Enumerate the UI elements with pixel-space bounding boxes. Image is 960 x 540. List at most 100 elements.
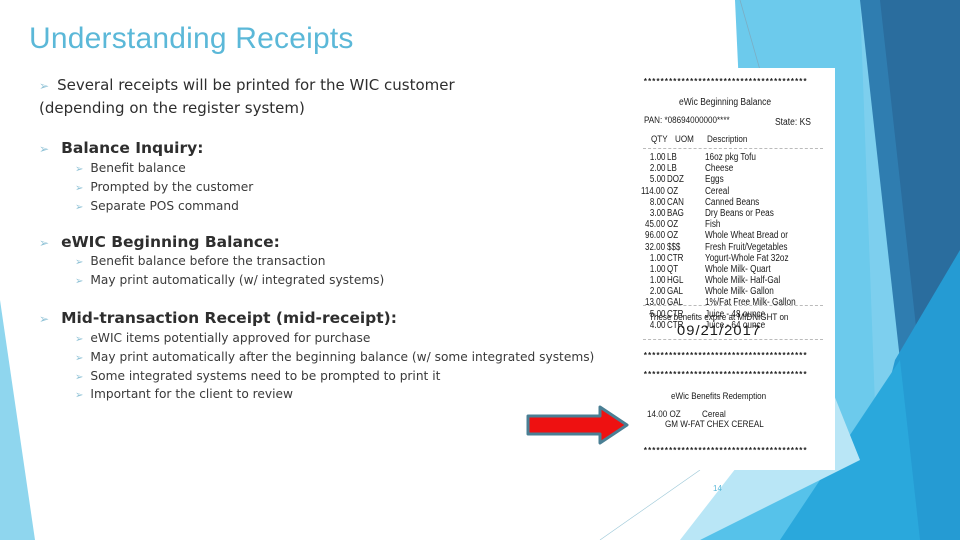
receipt-item-qty: 3.00: [649, 207, 665, 219]
receipt-expire-date: 09/21/2017: [677, 322, 762, 338]
receipt-item-desc: Yogurt-Whole Fat 32oz: [705, 252, 789, 264]
receipt-item-uom: DOZ: [667, 174, 684, 186]
receipt-item-row: 2.00 GAL Whole Milk- Gallon: [627, 286, 835, 297]
receipt-item-uom: GAL: [667, 286, 684, 298]
section-heading-ewic-beginning-balance: ➢ eWIC Beginning Balance:: [39, 233, 280, 251]
receipt-item-qty: 2.00: [649, 163, 665, 175]
receipt-item-uom: HGL: [667, 275, 684, 287]
receipt-item-uom: BAG: [667, 207, 684, 219]
list-item: ➢ Some integrated systems need to be prom…: [75, 368, 594, 387]
receipt-item-qty: 1.00: [649, 152, 665, 163]
list-item: ➢ May print automatically (w/ integrated …: [75, 272, 384, 291]
intro-line-1: Several receipts will be printed for the…: [57, 76, 455, 94]
receipt-redemption-item: GM W-FAT CHEX CEREAL: [665, 419, 764, 430]
receipt-item-qty: 1.00: [649, 252, 665, 264]
receipt-star-divider: ***************************************: [643, 447, 807, 456]
receipt-item-qty: 8.00: [649, 196, 665, 208]
arrow-bullet-icon: ➢: [75, 201, 84, 213]
receipt-item-row: 5.00 DOZ Eggs: [627, 174, 835, 185]
receipt-item-qty: 96.00: [644, 230, 665, 242]
receipt-item-uom: CTR: [667, 252, 684, 264]
receipt-item-uom: QT: [667, 263, 679, 275]
receipt-item-desc: Eggs: [705, 174, 724, 186]
receipt-star-divider: ***************************************: [643, 371, 807, 380]
receipt-item-row: 96.00 OZ Whole Wheat Bread or: [627, 230, 835, 241]
receipt-item-uom: OZ: [667, 185, 679, 197]
receipt-item-desc: Cereal: [705, 185, 730, 197]
receipt-item-desc: Whole Wheat Bread or: [705, 230, 788, 242]
list-item-text: Prompted by the customer: [90, 179, 254, 194]
receipt-image: *************************************** …: [627, 68, 835, 470]
list-item-text: Some integrated systems need to be promp…: [90, 368, 441, 383]
receipt-item-qty: 1.00: [649, 263, 665, 275]
receipt-item-qty: 114.00: [641, 185, 665, 197]
receipt-item-qty: 1.00: [649, 275, 665, 287]
receipt-item-qty: 32.00: [644, 241, 665, 253]
arrow-bullet-icon: ➢: [75, 164, 84, 175]
arrow-bullet-icon: ➢: [75, 182, 84, 194]
receipt-item-qty: 13.00: [644, 297, 665, 309]
receipt-item-row: 13.00 GAL 1%/Fat Free Milk- Gallon: [627, 297, 835, 308]
receipt-item-desc: Fish: [705, 219, 721, 231]
arrow-bullet-icon: ➢: [75, 371, 84, 383]
receipt-item-desc: Whole Milk- Half-Gal: [705, 275, 781, 287]
receipt-item-qty: 45.00: [644, 219, 665, 231]
receipt-item-uom: LB: [667, 163, 677, 175]
receipt-item-desc: Whole Milk- Gallon: [705, 286, 774, 298]
arrow-bullet-icon: ➢: [75, 275, 84, 287]
red-arrow-icon: [526, 405, 629, 445]
section-list-ewic-beginning-balance: ➢ Benefit balance before the transaction …: [75, 253, 384, 291]
intro-bullet: ➢ Several receipts will be printed for th…: [39, 74, 455, 119]
list-item: ➢ Important for the client to review: [75, 386, 594, 405]
red-arrow-shape: [526, 405, 629, 445]
receipt-item-desc: Fresh Fruit/Vegetables: [705, 241, 788, 253]
receipt-item-row: 1.00 LB 16oz pkg Tofu: [627, 152, 835, 163]
list-item-text: Separate POS command: [90, 198, 239, 213]
receipt-col-desc: Description: [707, 134, 748, 145]
receipt-dashed-divider: [643, 148, 823, 149]
arrow-bullet-icon: ➢: [39, 79, 50, 93]
arrow-bullet-icon: ➢: [75, 390, 84, 402]
receipt-item-row: 1.00 HGL Whole Milk- Half-Gal: [627, 275, 835, 286]
list-item: ➢ Prompted by the customer: [75, 179, 253, 198]
receipt-item-desc: Cheese: [705, 163, 734, 175]
page-number: 14: [713, 484, 722, 493]
receipt-item-desc: Canned Beans: [705, 196, 760, 208]
receipt-item-uom: OZ: [667, 219, 679, 231]
list-item: ➢ Separate POS command: [75, 198, 253, 217]
slide-title: Understanding Receipts: [29, 22, 354, 55]
receipt-pan: PAN: *08694000000****: [644, 115, 730, 126]
receipt-item-row: 1.00 CTR Yogurt-Whole Fat 32oz: [627, 253, 835, 264]
receipt-item-uom: LB: [667, 152, 677, 163]
receipt-star-divider: ***************************************: [643, 352, 807, 361]
receipt-item-desc: 16oz pkg Tofu: [705, 152, 756, 163]
list-item-text: eWIC items potentially approved for purc…: [90, 331, 371, 345]
receipt-item-row: 1.00 QT Whole Milk- Quart: [627, 264, 835, 275]
list-item-text: Important for the client to review: [90, 387, 293, 402]
receipt-dashed-divider: [643, 305, 823, 306]
receipt-item-desc: Dry Beans or Peas: [705, 207, 774, 219]
receipt-item-desc: 1%/Fat Free Milk- Gallon: [705, 297, 796, 309]
section-heading-mid-transaction-receipt: ➢ Mid-transaction Receipt (mid-receipt):: [39, 309, 397, 327]
thin-line-2: [599, 469, 701, 540]
receipt-state: State: KS: [775, 117, 811, 128]
receipt-redemption-header: eWic Benefits Redemption: [671, 391, 767, 402]
list-item: ➢ May print automatically after the begin…: [75, 349, 594, 368]
arrow-bullet-icon: ➢: [75, 352, 84, 364]
receipt-item-qty: 2.00: [649, 286, 665, 298]
arrow-bullet-icon: ➢: [39, 312, 50, 326]
list-item-text: Benefit balance: [90, 161, 186, 175]
receipt-item-uom: CAN: [667, 196, 684, 208]
receipt-item-uom: $$$: [667, 241, 681, 253]
intro-line-2: (depending on the register system): [39, 99, 305, 117]
list-item-text: May print automatically (w/ integrated s…: [90, 272, 385, 287]
receipt-star-divider: ***************************************: [643, 78, 807, 87]
section-heading-text: eWIC Beginning Balance:: [61, 233, 280, 251]
receipt-item-uom: OZ: [667, 230, 679, 242]
receipt-header: eWic Beginning Balance: [679, 97, 772, 108]
receipt-item-row: 3.00 BAG Dry Beans or Peas: [627, 208, 835, 219]
section-list-balance-inquiry: ➢ Benefit balance ➢ Prompted by the custom…: [75, 160, 253, 216]
section-heading-balance-inquiry: ➢ Balance Inquiry:: [39, 139, 203, 157]
list-item: ➢ Benefit balance: [75, 160, 253, 179]
arrow-bullet-icon: ➢: [39, 236, 50, 250]
